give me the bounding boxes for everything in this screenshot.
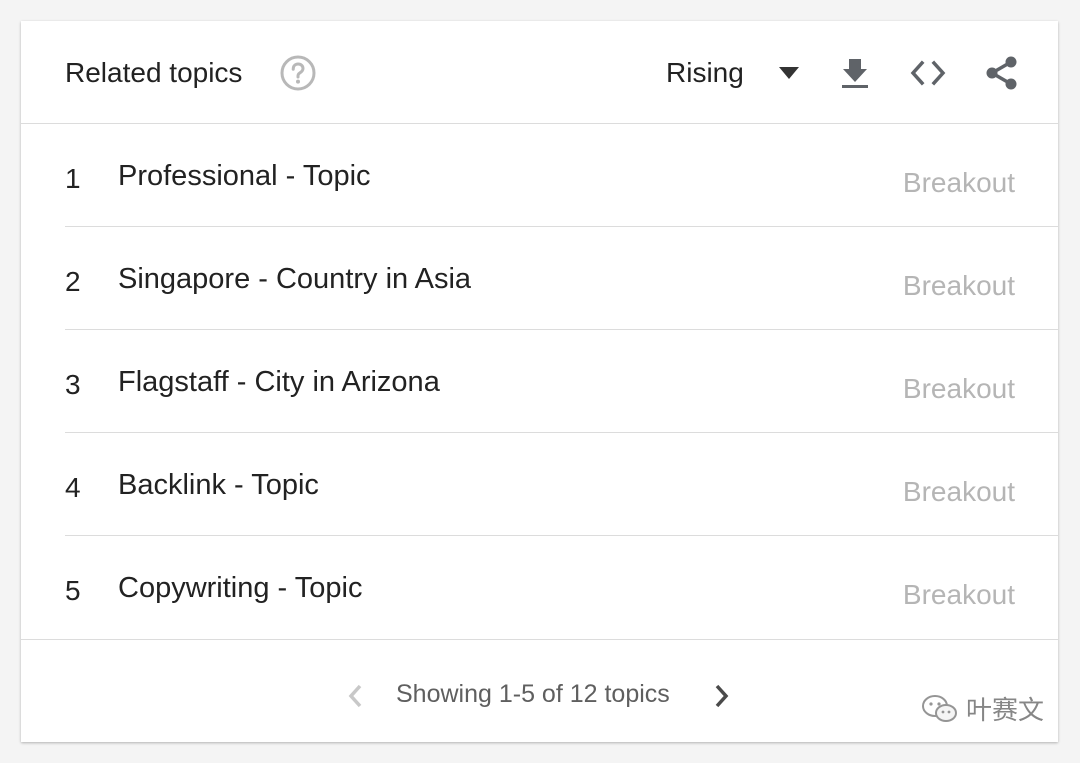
pagination-text: Showing 1-5 of 12 topics bbox=[396, 680, 670, 708]
table-row[interactable]: 4 Backlink - Topic Breakout bbox=[65, 433, 1058, 536]
row-value: Breakout bbox=[902, 270, 1015, 301]
watermark: 叶赛文 bbox=[920, 690, 1044, 727]
row-rank: 1 bbox=[65, 163, 81, 194]
row-topic[interactable]: Professional - Topic bbox=[118, 159, 371, 193]
code-icon[interactable] bbox=[908, 53, 948, 93]
share-icon[interactable] bbox=[982, 53, 1022, 93]
table-row[interactable]: 5 Copywriting - Topic Breakout bbox=[65, 536, 1058, 638]
card-title: Related topics bbox=[65, 57, 243, 88]
watermark-text: 叶赛文 bbox=[965, 695, 1044, 725]
related-topics-card: Related topics Rising 1 Professional - T… bbox=[21, 21, 1058, 742]
row-rank: 4 bbox=[65, 472, 81, 503]
row-rank: 2 bbox=[65, 266, 81, 297]
card-header: Related topics Rising bbox=[21, 21, 1058, 124]
rising-filter-label[interactable]: Rising bbox=[666, 56, 744, 90]
download-icon[interactable] bbox=[835, 53, 875, 93]
pagination-bar: Showing 1-5 of 12 topics bbox=[21, 639, 1058, 743]
table-row[interactable]: 1 Professional - Topic Breakout bbox=[65, 124, 1058, 227]
triangle-down-icon[interactable] bbox=[778, 66, 800, 80]
help-circle-icon[interactable] bbox=[280, 55, 316, 91]
row-rank: 3 bbox=[65, 369, 81, 400]
row-rank: 5 bbox=[65, 575, 81, 606]
table-row[interactable]: 2 Singapore - Country in Asia Breakout bbox=[65, 227, 1058, 330]
chevron-right-icon[interactable] bbox=[710, 682, 732, 710]
row-topic[interactable]: Copywriting - Topic bbox=[118, 571, 362, 605]
row-value: Breakout bbox=[902, 579, 1015, 610]
row-topic[interactable]: Backlink - Topic bbox=[118, 468, 319, 502]
row-value: Breakout bbox=[902, 476, 1015, 507]
row-topic[interactable]: Flagstaff - City in Arizona bbox=[118, 365, 440, 399]
table-row[interactable]: 3 Flagstaff - City in Arizona Breakout bbox=[65, 330, 1058, 433]
row-value: Breakout bbox=[902, 167, 1015, 198]
row-value: Breakout bbox=[902, 373, 1015, 404]
chevron-left-icon[interactable] bbox=[345, 682, 367, 710]
wechat-icon bbox=[921, 694, 957, 722]
row-topic[interactable]: Singapore - Country in Asia bbox=[118, 262, 471, 296]
